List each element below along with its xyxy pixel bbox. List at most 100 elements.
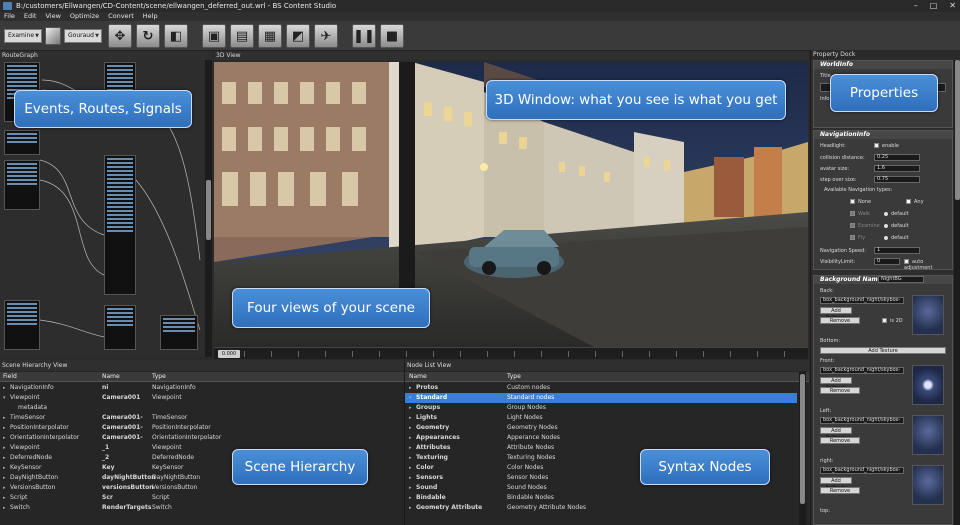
shading-select[interactable]: Gouraud ▼ bbox=[64, 29, 102, 43]
back-url-input[interactable]: box_background_night/skybox- bbox=[820, 297, 904, 304]
expand-arrow-icon[interactable]: ▸ bbox=[409, 433, 416, 443]
expand-arrow-icon[interactable]: ▸ bbox=[409, 443, 416, 453]
expand-arrow-icon[interactable]: ▸ bbox=[3, 473, 10, 483]
navtype-fly[interactable]: Fly bbox=[850, 235, 865, 241]
table-row[interactable]: metadata bbox=[0, 403, 404, 413]
list-item[interactable]: ▸ Geometry Attribute Geometry Attribute No… bbox=[405, 503, 797, 513]
list-item[interactable]: ▸ Lights Light Nodes bbox=[405, 413, 797, 423]
navtype-none[interactable]: None bbox=[850, 199, 871, 205]
list-item[interactable]: ▾ Standard Standard nodes bbox=[405, 393, 797, 403]
navtype-any[interactable]: Any bbox=[906, 199, 924, 205]
nav-button-2[interactable]: ▤ bbox=[230, 24, 254, 48]
add-texture-button[interactable]: Add Texture bbox=[820, 347, 946, 354]
right-add-fallback-button[interactable]: Add Fallback bbox=[820, 477, 852, 491]
mode-select[interactable]: Examine ▼ bbox=[4, 29, 42, 43]
expand-arrow-icon[interactable]: ▸ bbox=[409, 473, 416, 483]
step-input[interactable]: 0.75 bbox=[874, 176, 920, 183]
pause-button[interactable]: ❚❚ bbox=[352, 24, 376, 48]
expand-arrow-icon[interactable]: ▸ bbox=[3, 453, 10, 463]
expand-arrow-icon[interactable]: ▸ bbox=[409, 423, 416, 433]
expand-arrow-icon[interactable]: ▸ bbox=[3, 443, 10, 453]
route-node[interactable] bbox=[4, 130, 40, 155]
expand-arrow-icon[interactable]: ▸ bbox=[3, 503, 10, 513]
timeline-value[interactable]: 0.000 bbox=[218, 350, 240, 358]
examine-default-radio[interactable]: default bbox=[884, 223, 909, 229]
expand-arrow-icon[interactable]: ▸ bbox=[409, 453, 416, 463]
minimize-button[interactable]: – bbox=[914, 0, 918, 12]
right-url-input[interactable]: box_background_night/skybox- bbox=[820, 467, 904, 474]
table-row[interactable]: ▸ PositionInterpolator Camera001- PositionI… bbox=[0, 423, 404, 433]
table-row[interactable]: ▸ Switch RenderTargets Switch bbox=[0, 503, 404, 513]
expand-arrow-icon[interactable]: ▸ bbox=[3, 413, 10, 423]
scrollbar-thumb[interactable] bbox=[206, 180, 211, 240]
back-add-fallback-button[interactable]: Add Fallback bbox=[820, 307, 852, 321]
col-field[interactable]: Field bbox=[3, 372, 17, 382]
route-node[interactable] bbox=[104, 305, 136, 350]
walk-default-radio[interactable]: default bbox=[884, 211, 909, 217]
col-name[interactable]: Name bbox=[409, 372, 427, 382]
front-url-input[interactable]: box_background_night/skybox- bbox=[820, 367, 904, 374]
expand-arrow-icon[interactable]: ▸ bbox=[3, 423, 10, 433]
route-node[interactable] bbox=[160, 315, 198, 350]
headlight-checkbox[interactable]: enable bbox=[874, 143, 899, 149]
background-name-input[interactable]: NightBG bbox=[878, 276, 924, 283]
avatar-input[interactable]: 1.6 bbox=[874, 165, 920, 172]
expand-arrow-icon[interactable]: ▸ bbox=[409, 503, 416, 513]
navtype-examine[interactable]: Examine bbox=[850, 223, 880, 229]
left-add-fallback-button[interactable]: Add Fallback bbox=[820, 427, 852, 441]
nav-button-4[interactable]: ◩ bbox=[286, 24, 310, 48]
expand-arrow-icon[interactable]: ▸ bbox=[3, 463, 10, 473]
nav-button-1[interactable]: ▣ bbox=[202, 24, 226, 48]
route-node[interactable] bbox=[104, 155, 136, 295]
move-tool-button[interactable]: ✥ bbox=[108, 24, 132, 48]
visibility-input[interactable]: 0 bbox=[874, 258, 900, 265]
front-add-fallback-button[interactable]: Add Fallback bbox=[820, 377, 852, 391]
scrollbar-thumb[interactable] bbox=[800, 374, 805, 504]
table-row[interactable]: ▾ Viewpoint Camera001 Viewpoint bbox=[0, 393, 404, 403]
front-remove-button[interactable]: Remove bbox=[820, 387, 860, 394]
propdock-scrollbar[interactable] bbox=[954, 60, 960, 525]
menu-view[interactable]: View bbox=[45, 12, 60, 21]
menu-optimize[interactable]: Optimize bbox=[70, 12, 99, 21]
left-remove-button[interactable]: Remove bbox=[820, 437, 860, 444]
table-row[interactable]: ▸ TimeSensor Camera001- TimeSensor bbox=[0, 413, 404, 423]
col-type[interactable]: Type bbox=[507, 372, 521, 382]
back-remove-button[interactable]: Remove bbox=[820, 317, 860, 324]
expand-arrow-icon[interactable]: ▸ bbox=[409, 413, 416, 423]
fit-view-button[interactable]: ◧ bbox=[164, 24, 188, 48]
speed-input[interactable]: 1 bbox=[874, 247, 920, 254]
maximize-button[interactable]: □ bbox=[930, 0, 938, 12]
stop-button[interactable]: ■ bbox=[380, 24, 404, 48]
expand-arrow-icon[interactable]: ▸ bbox=[409, 463, 416, 473]
nav-button-3[interactable]: ▦ bbox=[258, 24, 282, 48]
is2d-checkbox[interactable]: is 2D bbox=[882, 318, 903, 324]
list-item[interactable]: ▸ Groups Group Nodes bbox=[405, 403, 797, 413]
nav-button-5[interactable]: ✈ bbox=[314, 24, 338, 48]
menu-convert[interactable]: Convert bbox=[108, 12, 134, 21]
routegraph-scrollbar[interactable] bbox=[205, 60, 212, 357]
route-node[interactable] bbox=[4, 160, 40, 210]
expand-arrow-icon[interactable]: ▸ bbox=[409, 403, 416, 413]
expand-arrow-icon[interactable]: ▾ bbox=[409, 393, 416, 403]
collision-input[interactable]: 0.25 bbox=[874, 154, 920, 161]
right-remove-button[interactable]: Remove bbox=[820, 487, 860, 494]
expand-arrow-icon[interactable]: ▸ bbox=[409, 483, 416, 493]
nodelist-scrollbar[interactable] bbox=[799, 372, 806, 525]
list-item[interactable]: ▸ Protos Custom nodes bbox=[405, 383, 797, 393]
expand-arrow-icon[interactable]: ▸ bbox=[3, 483, 10, 493]
close-button[interactable]: ✕ bbox=[949, 0, 956, 12]
left-url-input[interactable]: box_background_night/skybox- bbox=[820, 417, 904, 424]
timeline-bar[interactable]: 0.000 bbox=[214, 347, 808, 359]
scrollbar-thumb[interactable] bbox=[955, 60, 960, 200]
expand-arrow-icon[interactable]: ▸ bbox=[3, 383, 10, 393]
menu-edit[interactable]: Edit bbox=[24, 12, 37, 21]
table-row[interactable]: ▸ OrientationInterpolator Camera001- Orient… bbox=[0, 433, 404, 443]
fly-default-radio[interactable]: default bbox=[884, 235, 909, 241]
route-node[interactable] bbox=[4, 300, 40, 350]
auto-adjust-checkbox[interactable]: auto adjustment bbox=[904, 259, 952, 271]
shading-sphere-icon[interactable] bbox=[45, 27, 61, 45]
rotate-tool-button[interactable]: ↻ bbox=[136, 24, 160, 48]
expand-arrow-icon[interactable]: ▸ bbox=[3, 493, 10, 503]
expand-arrow-icon[interactable]: ▸ bbox=[409, 383, 416, 393]
table-row[interactable]: ▸ NavigationInfo ni NavigationInfo bbox=[0, 383, 404, 393]
